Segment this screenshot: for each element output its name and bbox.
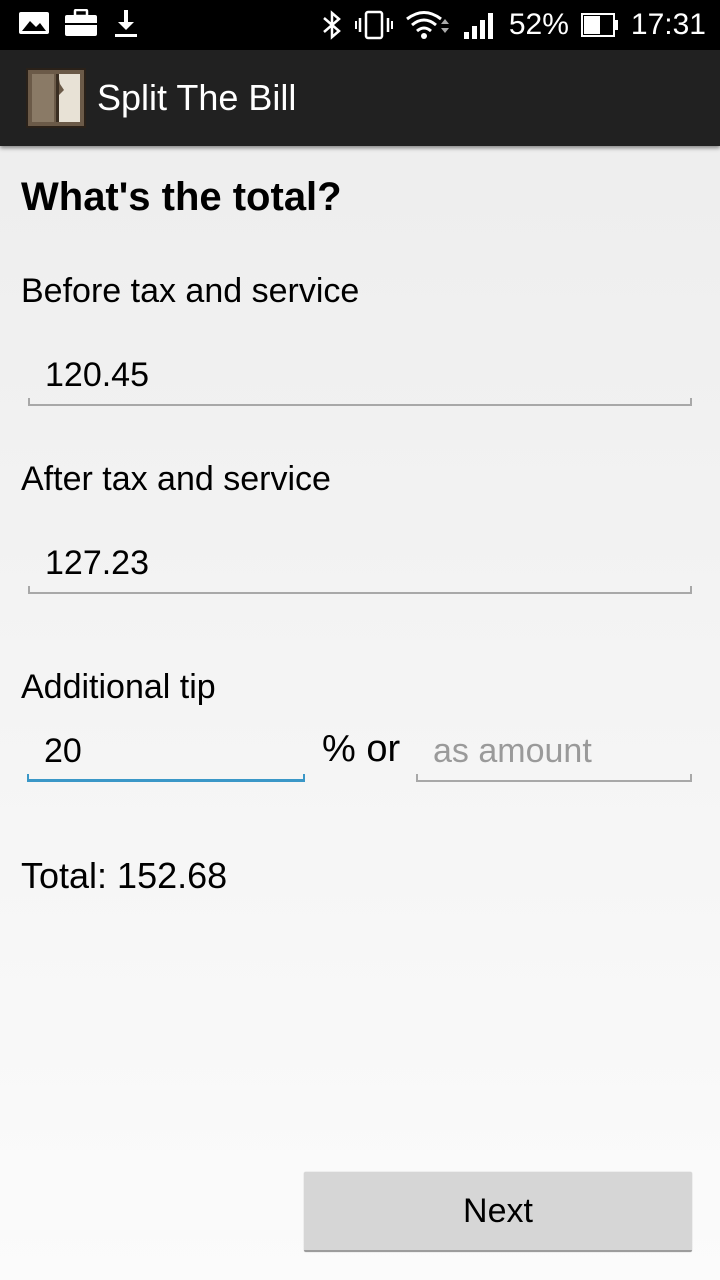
bluetooth-icon [321, 9, 343, 41]
status-bar: 52% 17:31 [0, 0, 720, 50]
tip-label: Additional tip [21, 668, 216, 706]
battery-icon [580, 12, 619, 38]
signal-icon [463, 10, 497, 40]
tip-amount-underline [416, 774, 692, 782]
image-icon [18, 10, 50, 36]
tip-amount-field[interactable] [416, 722, 692, 782]
tip-percent-field[interactable] [27, 722, 305, 782]
tip-amount-input[interactable] [416, 722, 692, 780]
page-title: What's the total? [21, 175, 342, 219]
before-tax-underline [28, 398, 692, 406]
battery-percent: 52% [508, 8, 569, 41]
next-button[interactable]: Next [304, 1172, 692, 1252]
before-tax-field[interactable] [28, 346, 692, 406]
percent-or-text: % or [322, 728, 401, 770]
after-tax-field[interactable] [28, 534, 692, 594]
clock: 17:31 [630, 8, 706, 41]
after-tax-input[interactable] [28, 534, 692, 592]
before-tax-input[interactable] [28, 346, 692, 404]
status-bar-system: 52% 17:31 [321, 8, 706, 42]
before-tax-label: Before tax and service [21, 272, 360, 310]
after-tax-label: After tax and service [21, 460, 331, 498]
wifi-icon [405, 10, 451, 40]
app-logo-icon [26, 68, 86, 133]
total-text: Total: 152.68 [21, 855, 228, 896]
tip-percent-input[interactable] [27, 722, 305, 780]
status-bar-notifications [18, 8, 140, 38]
vibrate-icon [354, 10, 393, 40]
action-bar: Split The Bill [0, 50, 720, 146]
tip-percent-underline [27, 774, 305, 782]
app-title: Split The Bill [97, 77, 297, 118]
after-tax-underline [28, 586, 692, 594]
briefcase-icon [64, 9, 98, 37]
download-icon [112, 8, 140, 38]
